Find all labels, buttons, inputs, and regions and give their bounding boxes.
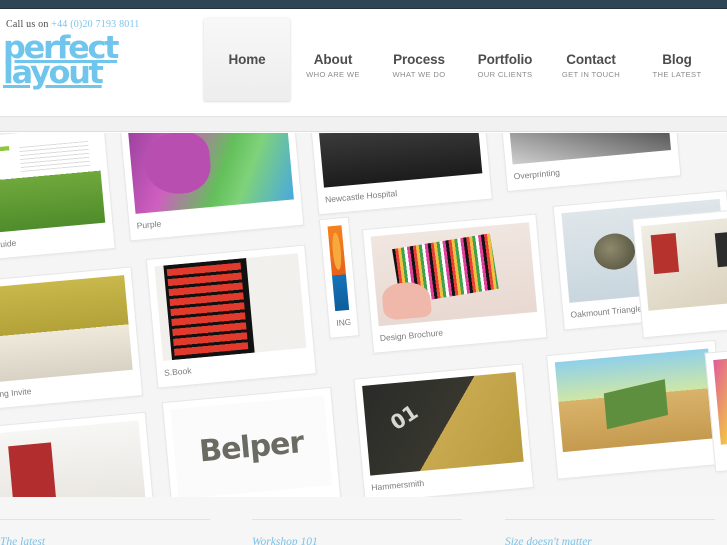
portfolio-tile[interactable]: Newcastle Hospital — [307, 133, 493, 216]
portfolio-tile[interactable]: Wedding Invite — [0, 266, 144, 412]
nav-item-subtitle: WHAT WE DO — [392, 70, 446, 79]
nav-item-contact[interactable]: Contact GET IN TOUCH — [548, 18, 634, 79]
logo-line-2: layout — [3, 55, 104, 91]
teaser-title-link[interactable]: The latest — [0, 536, 45, 545]
nav-item-process[interactable]: Process WHAT WE DO — [376, 18, 462, 79]
portfolio-tile[interactable] — [546, 339, 727, 480]
teaser-title-link[interactable]: Workshop 101 — [252, 536, 318, 545]
main-navigation[interactable]: Home About WHO ARE WE Process WHAT WE DO Port… — [204, 18, 720, 116]
nav-item-about[interactable]: About WHO ARE WE — [290, 18, 376, 79]
portfolio-thumbnail — [0, 133, 106, 238]
portfolio-thumbnail — [554, 348, 717, 453]
portfolio-tile-grid: The Design GuidePurpleNewcastle Hospital… — [0, 133, 727, 497]
portfolio-thumbnail — [154, 253, 307, 361]
nav-item-subtitle: OUR CLIENTS — [477, 70, 533, 79]
nav-item-subtitle: GET IN TOUCH — [561, 70, 621, 79]
call-us-label: Call us on — [6, 19, 52, 30]
nav-item-label: Process — [393, 52, 445, 67]
page-root: Call us on +44 (0)20 7193 8011 perfect l… — [0, 0, 727, 545]
portfolio-tile[interactable]: Design Brochure — [361, 213, 548, 354]
portfolio-tile[interactable]: Overprinting — [496, 133, 682, 193]
call-us-line: Call us on +44 (0)20 7193 8011 — [6, 19, 140, 30]
teaser-column: Size doesn't matter — [505, 519, 715, 545]
nav-item-subtitle: THE LATEST — [652, 70, 702, 79]
portfolio-tile[interactable] — [632, 207, 727, 339]
portfolio-thumbnail — [327, 225, 350, 312]
portfolio-thumbnail — [370, 222, 538, 327]
nav-item-subtitle: WHO ARE WE — [306, 70, 360, 79]
portfolio-tile[interactable]: S.Book — [145, 244, 317, 389]
teaser-divider — [252, 519, 462, 520]
portfolio-thumbnail — [0, 420, 147, 497]
portfolio-tile[interactable]: New Barnet — [0, 411, 157, 497]
nav-item-portfolio[interactable]: Portfolio OUR CLIENTS — [462, 18, 548, 79]
portfolio-tile-caption: ING Real Estate — [335, 313, 352, 329]
nav-item-label: Home — [228, 52, 266, 67]
portfolio-thumbnail — [0, 275, 133, 385]
teaser-divider — [505, 519, 715, 520]
portfolio-tile[interactable]: Belper — [161, 386, 343, 497]
header-hero-divider — [0, 116, 727, 132]
portfolio-tile[interactable]: Hammersmith — [353, 363, 535, 497]
nav-item-blog[interactable]: Blog THE LATEST — [634, 18, 720, 79]
hero-showcase: The Design GuidePurpleNewcastle Hospital… — [0, 133, 727, 497]
portfolio-thumbnail — [170, 395, 332, 497]
portfolio-thumbnail — [713, 350, 727, 445]
portfolio-thumbnail — [362, 372, 524, 476]
nav-item-label: Contact — [566, 52, 616, 67]
nav-item-home[interactable]: Home — [204, 18, 290, 101]
teaser-column: The latest — [0, 519, 210, 545]
portfolio-tile[interactable]: ING Real Estate — [318, 216, 360, 339]
nav-item-label: Blog — [662, 52, 692, 67]
top-accent-bar — [0, 0, 727, 9]
teaser-column: Workshop 101 — [252, 519, 462, 545]
phone-number[interactable]: +44 (0)20 7193 8011 — [51, 19, 139, 30]
site-logo[interactable]: perfect layout — [3, 33, 119, 91]
nav-item-label: About — [313, 52, 353, 67]
portfolio-tile[interactable]: Purple — [118, 133, 305, 242]
site-header: Call us on +44 (0)20 7193 8011 perfect l… — [0, 9, 727, 116]
teaser-divider — [0, 519, 210, 520]
nav-item-label: Portfolio — [477, 52, 533, 67]
teaser-title-link[interactable]: Size doesn't matter — [505, 536, 592, 545]
portfolio-tile[interactable]: The Design Guide — [0, 133, 116, 265]
portfolio-thumbnail — [640, 215, 727, 311]
teaser-columns: The latest Workshop 101 Size doesn't matte… — [0, 497, 727, 545]
